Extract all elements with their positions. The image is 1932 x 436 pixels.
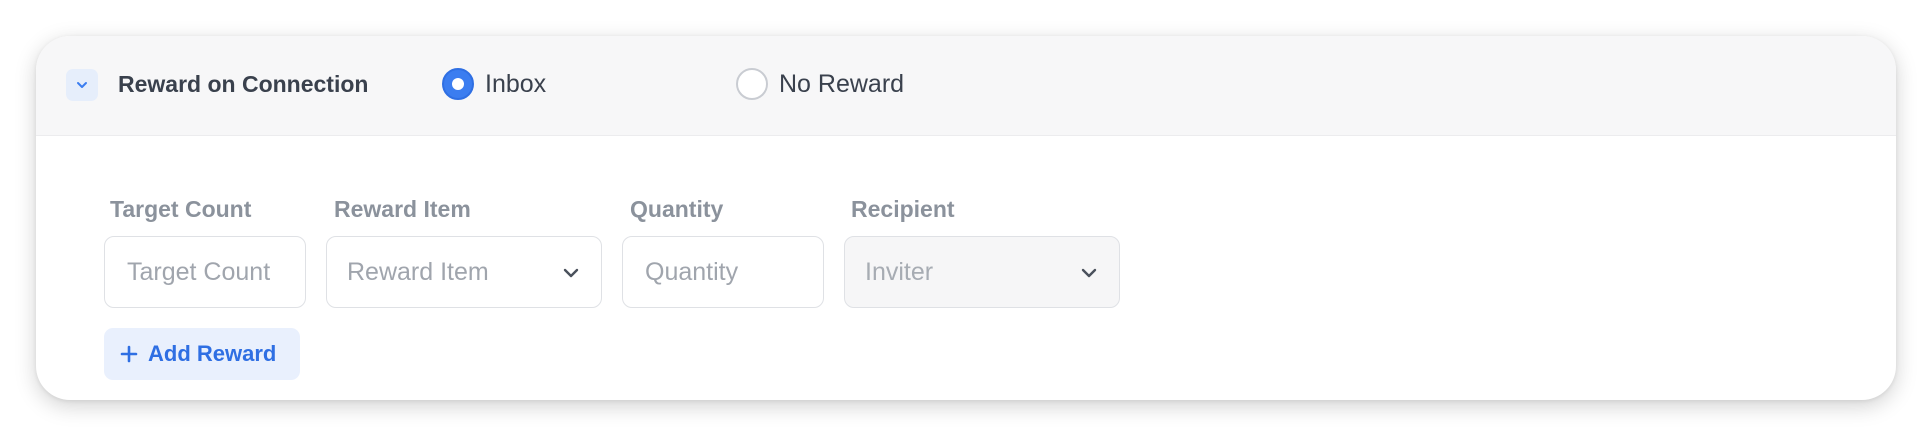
reward-item-label: Reward Item [334, 196, 471, 222]
plus-icon [120, 345, 138, 363]
radio-option-no-reward[interactable]: No Reward [736, 66, 904, 102]
recipient-value: Inviter [865, 257, 934, 286]
add-reward-button[interactable]: Add Reward [104, 328, 300, 380]
reward-item-select[interactable]: Reward Item [326, 236, 602, 308]
radio-label-inbox: Inbox [485, 69, 547, 98]
add-reward-label: Add Reward [148, 341, 277, 366]
section-header: Reward on Connection Inbox No Reward [36, 36, 1896, 136]
quantity-field[interactable] [622, 236, 824, 308]
chevron-down-icon [77, 82, 87, 88]
collapse-button[interactable] [66, 69, 98, 101]
radio-option-inbox[interactable]: Inbox [442, 66, 546, 102]
recipient-label: Recipient [851, 196, 955, 222]
recipient-select[interactable]: Inviter [844, 236, 1120, 308]
section-title: Reward on Connection [118, 71, 369, 97]
radio-label-no-reward: No Reward [779, 69, 905, 98]
target-count-label: Target Count [110, 196, 252, 222]
radio-no-reward[interactable] [736, 68, 768, 100]
target-count-field[interactable] [104, 236, 306, 308]
chevron-down-icon [563, 268, 579, 278]
reward-item-placeholder: Reward Item [347, 257, 489, 286]
quantity-input[interactable] [645, 257, 823, 287]
radio-inbox[interactable] [442, 68, 474, 100]
quantity-label: Quantity [630, 196, 724, 222]
chevron-down-icon [1081, 268, 1097, 278]
reward-on-connection-card: Reward on Connection Inbox No Reward Tar… [36, 36, 1896, 400]
target-count-input[interactable] [127, 257, 305, 287]
